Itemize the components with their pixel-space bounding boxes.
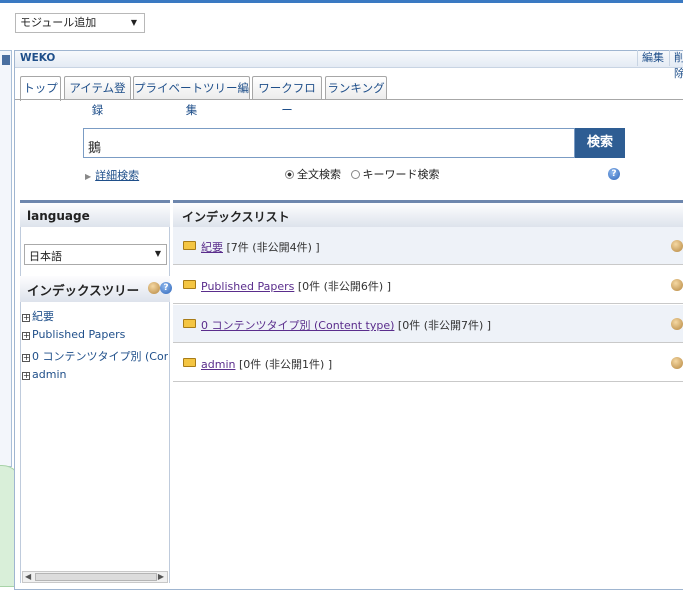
radio-fulltext[interactable] xyxy=(285,170,294,179)
tree-item-admin[interactable]: + admin xyxy=(22,368,168,381)
scrollbar-thumb[interactable] xyxy=(35,573,157,581)
gear-icon[interactable] xyxy=(148,282,160,294)
index-list-row: Published Papers [0件 (非公開6件) ] xyxy=(173,266,683,304)
index-tree-header: インデックスツリー ? xyxy=(20,276,172,302)
search-input[interactable]: 鵝 xyxy=(83,128,575,158)
expand-icon[interactable]: + xyxy=(22,332,30,340)
advanced-search: ▶ 詳細検索 xyxy=(85,167,139,183)
radio-fulltext-label: 全文検索 xyxy=(297,168,341,181)
gear-icon[interactable] xyxy=(671,318,683,330)
folder-icon xyxy=(183,241,196,250)
expand-icon[interactable]: + xyxy=(22,314,30,322)
radio-keyword[interactable] xyxy=(350,170,360,179)
index-link[interactable]: admin xyxy=(201,358,235,371)
chevron-down-icon: ▼ xyxy=(154,249,161,258)
tree-item-content-type[interactable]: +0 コンテンツタイプ別 (Content t xyxy=(22,348,168,364)
help-icon[interactable]: ? xyxy=(608,168,620,180)
expand-icon[interactable]: + xyxy=(22,354,30,362)
gear-icon[interactable] xyxy=(671,279,683,291)
left-side-panel xyxy=(0,50,12,467)
tab-top[interactable]: トップ xyxy=(20,76,61,101)
gear-icon[interactable] xyxy=(671,357,683,369)
tree-item-label: Published Papers xyxy=(32,328,126,341)
search-button[interactable]: 検索 xyxy=(575,128,625,158)
index-link[interactable]: Published Papers xyxy=(201,280,294,293)
language-title: language xyxy=(27,209,90,223)
tab-item-registration[interactable]: アイテム登録 xyxy=(64,76,131,117)
folder-icon xyxy=(183,358,196,367)
scroll-left-icon[interactable]: ◀ xyxy=(25,572,31,581)
folder-icon xyxy=(183,319,196,328)
tree-item-label: 0 コンテンツタイプ別 (Content t xyxy=(32,350,168,363)
tree-item-kiyou[interactable]: + 紀要 xyxy=(22,308,168,324)
block-title: WEKO xyxy=(20,52,56,64)
tab-workflow[interactable]: ワークフロー xyxy=(252,76,322,117)
help-icon[interactable]: ? xyxy=(160,282,172,294)
tree-item-published-papers[interactable]: + Published Papers xyxy=(22,328,168,341)
expand-icon[interactable]: + xyxy=(22,372,30,380)
index-link[interactable]: 紀要 xyxy=(201,241,223,254)
top-accent-line xyxy=(0,0,683,3)
triangle-right-icon: ▶ xyxy=(85,172,92,181)
index-list-row: admin [0件 (非公開1件) ] xyxy=(173,344,683,382)
language-value: 日本語 xyxy=(29,250,62,263)
advanced-search-link[interactable]: 詳細検索 xyxy=(95,169,139,182)
radio-keyword-label: キーワード検索 xyxy=(362,168,440,181)
index-list-header: インデックスリスト xyxy=(173,200,683,227)
folder-icon xyxy=(183,280,196,289)
gear-icon[interactable] xyxy=(671,240,683,252)
index-tree-title: インデックスツリー xyxy=(27,283,140,298)
index-link[interactable]: 0 コンテンツタイプ別 (Content type) xyxy=(201,319,394,332)
index-list-title: インデックスリスト xyxy=(182,210,290,224)
language-select[interactable]: 日本語 ▼ xyxy=(24,244,167,265)
module-add-value: モジュール追加 xyxy=(20,16,97,29)
search-input-value: 鵝 xyxy=(88,141,102,156)
search-mode-radios: 全文検索 キーワード検索 xyxy=(285,166,440,182)
horizontal-scrollbar[interactable]: ◀ ▶ xyxy=(22,571,168,583)
index-list-row: 0 コンテンツタイプ別 (Content type) [0件 (非公開7件) ] xyxy=(173,305,683,343)
index-count: [0件 (非公開7件) ] xyxy=(397,319,492,332)
tab-ranking[interactable]: ランキング xyxy=(325,76,387,99)
tab-divider xyxy=(15,99,683,100)
chevron-down-icon: ▼ xyxy=(130,18,137,27)
language-header: language xyxy=(20,200,170,227)
edit-button[interactable]: 編集 xyxy=(637,50,668,66)
index-list-row: 紀要 [7件 (非公開4件) ] xyxy=(173,227,683,265)
delete-button[interactable]: 削除 xyxy=(669,50,683,80)
block-titlebar: WEKO 編集 削除 xyxy=(15,50,683,80)
module-add-dropdown[interactable]: モジュール追加 ▼ xyxy=(15,13,145,33)
index-count: [7件 (非公開4件) ] xyxy=(226,241,320,254)
tree-item-label: 紀要 xyxy=(32,310,54,323)
index-count: [0件 (非公開1件) ] xyxy=(238,358,333,371)
tree-item-label: admin xyxy=(32,368,67,381)
tab-private-tree-edit[interactable]: プライベートツリー編集 xyxy=(133,76,250,117)
scroll-right-icon[interactable]: ▶ xyxy=(158,572,164,581)
index-count: [0件 (非公開6件) ] xyxy=(297,280,391,293)
